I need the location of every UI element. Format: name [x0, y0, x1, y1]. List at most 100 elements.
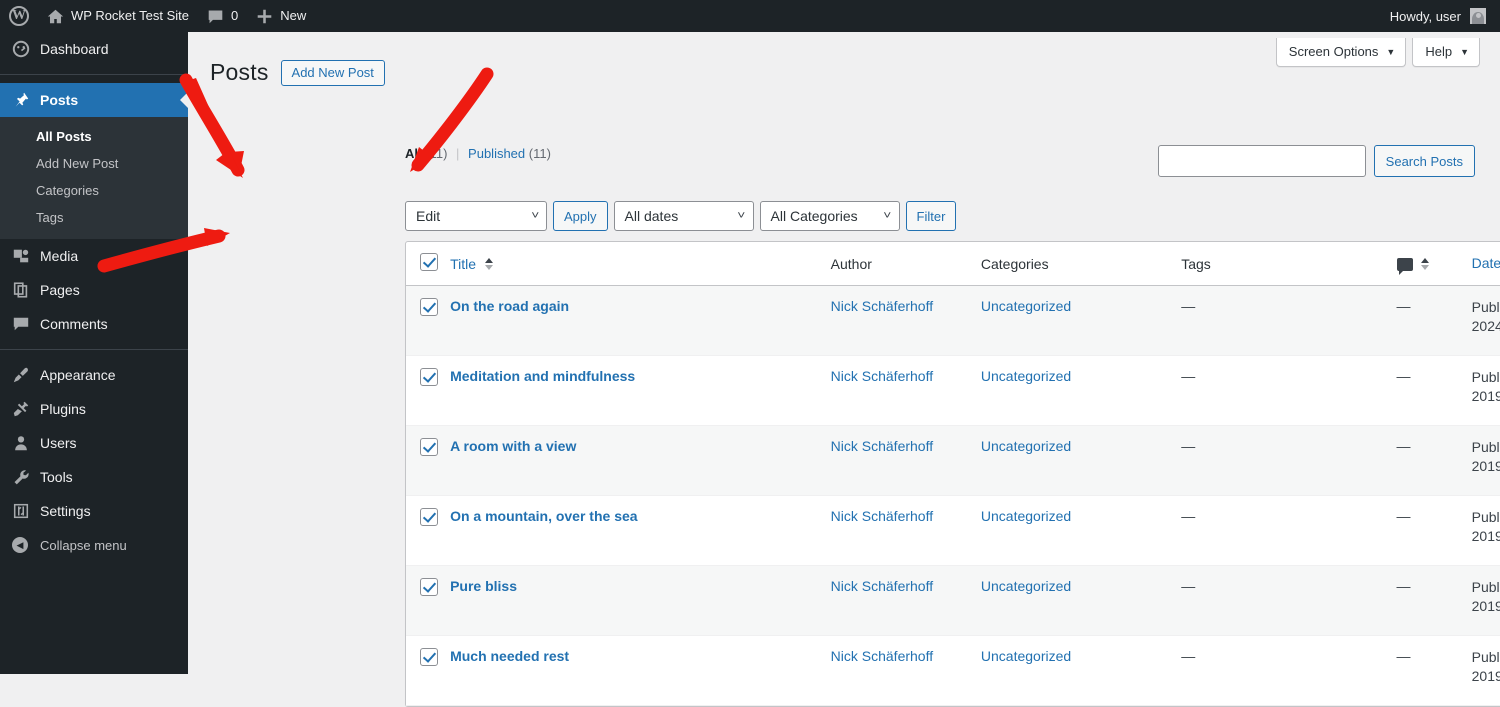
post-author-link[interactable]: Nick Schäferhoff [831, 648, 933, 664]
sort-title-link[interactable]: Title [450, 256, 476, 272]
row-checkbox[interactable] [420, 298, 438, 316]
sidebar-item-pages[interactable]: Pages [0, 273, 188, 307]
filter-button[interactable]: Filter [905, 201, 957, 231]
filter-link-published[interactable]: Published [468, 146, 525, 161]
user-icon [12, 434, 40, 452]
sidebar-item-settings[interactable]: Settings [0, 494, 188, 528]
column-header-title[interactable]: Title [450, 242, 831, 286]
admin-bar: W WP Rocket Test Site 0 New Howdy, user [0, 0, 1500, 32]
row-checkbox-cell [406, 566, 451, 636]
post-author-link[interactable]: Nick Schäferhoff [831, 298, 933, 314]
comment-bubble-icon [1396, 258, 1413, 276]
row-title-cell: A room with a view [450, 426, 831, 496]
post-author-link[interactable]: Nick Schäferhoff [831, 578, 933, 594]
screen-options-button[interactable]: Screen Options ▼ [1275, 38, 1407, 67]
row-date-cell: Published 2019/06/10 at 9:36 pm [1471, 356, 1500, 426]
row-author-cell: Nick Schäferhoff [830, 496, 981, 566]
date-filter-select[interactable]: All dates ˅ [613, 201, 754, 231]
post-category-link[interactable]: Uncategorized [981, 508, 1071, 524]
column-label-categories: Categories [980, 255, 1049, 272]
comments-menu[interactable]: 0 [198, 0, 247, 32]
post-category-link[interactable]: Uncategorized [981, 368, 1071, 384]
wp-logo-menu[interactable]: W [0, 0, 38, 32]
sidebar-item-label: Posts [40, 92, 79, 108]
column-header-date[interactable]: Date [1471, 242, 1500, 286]
post-title-link[interactable]: Meditation and mindfulness [450, 368, 635, 384]
filter-link-all[interactable]: All [405, 146, 422, 161]
post-category-link[interactable]: Uncategorized [981, 648, 1071, 664]
sidebar-item-plugins[interactable]: Plugins [0, 392, 188, 426]
column-header-comments[interactable] [1396, 242, 1472, 286]
post-category-link[interactable]: Uncategorized [981, 438, 1071, 454]
row-author-cell: Nick Schäferhoff [830, 356, 981, 426]
sidebar-item-comments[interactable]: Comments [0, 307, 188, 341]
site-name-menu[interactable]: WP Rocket Test Site [38, 0, 198, 32]
table-row: Much needed rest Nick Schäferhoff Uncatego… [406, 636, 1500, 706]
sidebar-item-label: Dashboard [40, 41, 109, 57]
post-title-link[interactable]: On the road again [450, 298, 569, 314]
paintbrush-icon [12, 366, 40, 384]
apply-button[interactable]: Apply [553, 201, 608, 231]
row-categories-cell: Uncategorized [980, 426, 1182, 496]
post-author-link[interactable]: Nick Schäferhoff [831, 368, 933, 384]
sort-arrows-icon [1421, 257, 1430, 270]
post-category-link[interactable]: Uncategorized [981, 578, 1071, 594]
post-status: Published [1471, 369, 1500, 385]
row-checkbox[interactable] [420, 438, 438, 456]
post-date: 2019/06/10 at 9:36 pm [1471, 388, 1500, 404]
home-icon [47, 8, 64, 25]
search-posts-form: Search Posts [1157, 145, 1475, 177]
row-date-cell: Published 2019/06/09 at 2:29 pm [1471, 426, 1500, 496]
sidebar-item-users[interactable]: Users [0, 426, 188, 460]
help-button[interactable]: Help ▼ [1412, 38, 1480, 67]
add-new-post-button[interactable]: Add New Post [280, 59, 385, 86]
column-header-tags: Tags [1181, 242, 1397, 286]
chevron-down-icon: ˅ [883, 210, 892, 222]
sidebar-item-label: Settings [40, 503, 91, 519]
my-account-menu[interactable]: Howdy, user [1390, 8, 1500, 24]
table-row: Pure bliss Nick Schäferhoff Uncategorized —… [406, 566, 1500, 636]
select-all-checkbox[interactable] [420, 253, 438, 271]
post-status: Published [1471, 649, 1500, 665]
collapse-menu-button[interactable]: ◀ Collapse menu [0, 528, 188, 562]
row-categories-cell: Uncategorized [980, 286, 1182, 356]
sidebar-item-appearance[interactable]: Appearance [0, 358, 188, 392]
category-filter-select[interactable]: All Categories ˅ [759, 201, 900, 231]
row-checkbox[interactable] [420, 368, 438, 386]
sidebar-item-dashboard[interactable]: Dashboard [0, 32, 188, 66]
help-label: Help [1425, 44, 1453, 59]
post-date: 2019/06/07 at 5:13 pm [1471, 668, 1500, 684]
sidebar-item-tags[interactable]: Tags [0, 204, 188, 231]
post-title-link[interactable]: Pure bliss [450, 578, 517, 594]
post-category-link[interactable]: Uncategorized [981, 298, 1071, 314]
bulk-action-select[interactable]: Edit ˅ [405, 201, 547, 231]
post-author-link[interactable]: Nick Schäferhoff [831, 438, 933, 454]
post-title-link[interactable]: Much needed rest [450, 648, 569, 664]
post-title-link[interactable]: On a mountain, over the sea [450, 508, 638, 524]
row-checkbox[interactable] [420, 508, 438, 526]
sidebar-item-label: Media [40, 248, 79, 264]
posts-list-table: Title Author Categories Tags Date On the… [405, 241, 1500, 707]
row-author-cell: Nick Schäferhoff [830, 426, 981, 496]
table-row: On a mountain, over the sea Nick Schäferh… [406, 496, 1500, 566]
row-checkbox[interactable] [420, 578, 438, 596]
sliders-icon [12, 502, 40, 520]
new-content-menu[interactable]: New [247, 0, 315, 32]
row-checkbox[interactable] [420, 648, 438, 666]
sidebar-item-posts[interactable]: Posts [0, 83, 188, 117]
sort-date-link[interactable]: Date [1472, 255, 1500, 271]
column-header-categories: Categories [980, 242, 1182, 286]
row-comments-cell: — [1396, 496, 1472, 566]
sidebar-item-add-new-post[interactable]: Add New Post [0, 150, 188, 177]
sidebar-item-categories[interactable]: Categories [0, 177, 188, 204]
row-checkbox-cell [406, 496, 451, 566]
post-author-link[interactable]: Nick Schäferhoff [831, 508, 933, 524]
search-input[interactable] [1157, 145, 1366, 177]
post-date: 2019/06/09 at 2:29 pm [1471, 458, 1500, 474]
sidebar-item-tools[interactable]: Tools [0, 460, 188, 494]
sidebar-item-media[interactable]: Media [0, 239, 188, 273]
post-title-link[interactable]: A room with a view [450, 438, 576, 454]
main-content-area: Screen Options ▼ Help ▼ Posts Add New Po… [188, 32, 1500, 707]
search-posts-button[interactable]: Search Posts [1373, 145, 1475, 177]
sidebar-item-all-posts[interactable]: All Posts [0, 123, 188, 150]
